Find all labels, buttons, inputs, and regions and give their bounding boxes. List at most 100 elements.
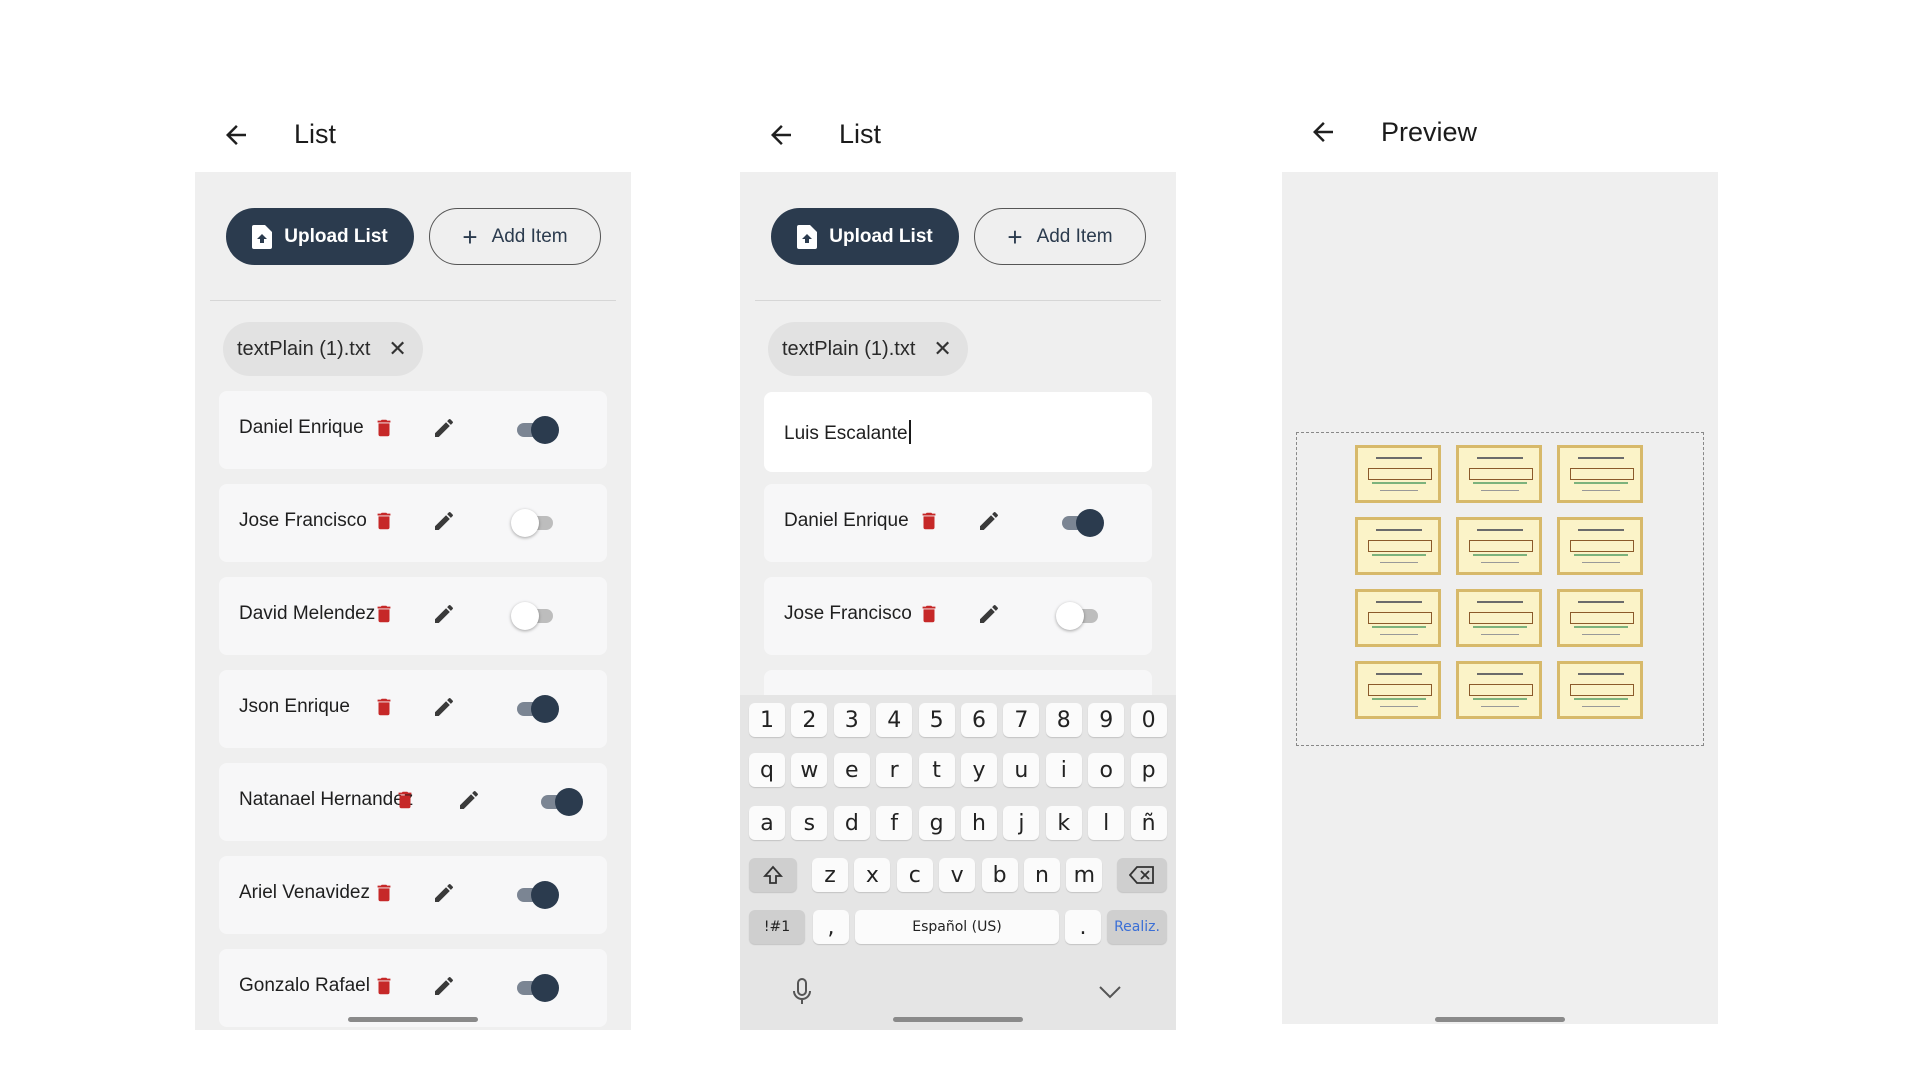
back-arrow-icon[interactable] [221,120,251,150]
key-w[interactable]: w [791,753,828,787]
pencil-icon[interactable] [432,695,456,719]
key-1[interactable]: 1 [749,703,785,737]
key-l[interactable]: l [1088,806,1125,840]
close-icon[interactable]: ✕ [388,336,406,362]
key-t[interactable]: t [918,753,955,787]
enabled-toggle[interactable] [513,415,559,445]
certificate-thumbnail [1456,661,1542,719]
key-v[interactable]: v [939,858,976,892]
key-4[interactable]: 4 [876,703,913,737]
list-item: Ariel Venavidez [219,856,607,934]
certificate-thumbnail [1355,661,1441,719]
pencil-icon[interactable] [432,602,456,626]
back-arrow-icon[interactable] [1308,117,1338,147]
list-item-name: Natanael Hernandez [239,789,414,810]
trash-icon[interactable] [373,974,395,998]
upload-list-button[interactable]: Upload List [771,208,959,265]
enabled-toggle[interactable] [511,508,557,538]
comma-key[interactable]: , [813,910,849,944]
trash-icon[interactable] [918,509,940,533]
certificate-thumbnail [1557,445,1643,503]
key-r[interactable]: r [876,753,913,787]
file-chip-label: textPlain (1).txt [237,337,371,360]
key-m[interactable]: m [1066,858,1103,892]
shift-key[interactable] [749,858,797,892]
key-b[interactable]: b [981,858,1018,892]
certificate-thumbnail [1456,445,1542,503]
key-d[interactable]: d [833,806,870,840]
list-item-name: Jose Francisco [239,510,367,531]
upload-list-button[interactable]: Upload List [226,208,414,265]
microphone-icon[interactable] [792,978,812,1006]
key-8[interactable]: 8 [1045,703,1082,737]
chevron-down-icon[interactable] [1098,985,1122,999]
trash-icon[interactable] [373,695,395,719]
trash-icon[interactable] [373,416,395,440]
app-bar: Preview [1282,105,1718,169]
trash-icon[interactable] [373,881,395,905]
add-item-button[interactable]: + Add Item [974,208,1146,265]
key-y[interactable]: y [961,753,997,787]
key-0[interactable]: 0 [1130,703,1167,737]
key-q[interactable]: q [749,753,785,787]
key-9[interactable]: 9 [1088,703,1125,737]
key-ñ[interactable]: ñ [1130,806,1167,840]
file-chip[interactable]: textPlain (1).txt ✕ [223,322,423,376]
file-chip[interactable]: textPlain (1).txt ✕ [768,322,968,376]
list-item-name: Daniel Enrique [784,510,909,531]
enabled-toggle[interactable] [513,880,559,910]
key-2[interactable]: 2 [791,703,828,737]
add-item-label: Add Item [491,225,568,247]
close-icon[interactable]: ✕ [933,336,951,362]
key-k[interactable]: k [1045,806,1082,840]
key-g[interactable]: g [918,806,955,840]
space-key[interactable]: Español (US) [855,910,1059,944]
home-indicator [893,1017,1023,1022]
pencil-icon[interactable] [432,509,456,533]
key-3[interactable]: 3 [833,703,870,737]
done-key[interactable]: Realiz. [1107,910,1167,944]
key-7[interactable]: 7 [1003,703,1040,737]
key-j[interactable]: j [1003,806,1040,840]
key-o[interactable]: o [1088,753,1125,787]
pencil-icon[interactable] [977,509,1001,533]
enabled-toggle[interactable] [1058,508,1104,538]
key-p[interactable]: p [1130,753,1167,787]
key-z[interactable]: z [812,858,848,892]
plus-icon: + [1007,221,1023,252]
pencil-icon[interactable] [432,974,456,998]
enabled-toggle[interactable] [513,694,559,724]
enabled-toggle[interactable] [537,787,583,817]
key-5[interactable]: 5 [918,703,955,737]
add-item-button[interactable]: + Add Item [429,208,601,265]
back-arrow-icon[interactable] [766,120,796,150]
key-i[interactable]: i [1045,753,1082,787]
pencil-icon[interactable] [457,788,481,812]
key-6[interactable]: 6 [961,703,997,737]
key-h[interactable]: h [961,806,997,840]
pencil-icon[interactable] [977,602,1001,626]
backspace-key[interactable] [1117,858,1167,892]
key-u[interactable]: u [1003,753,1040,787]
plus-icon: + [462,221,478,252]
enabled-toggle[interactable] [1056,601,1102,631]
trash-icon[interactable] [918,602,940,626]
key-n[interactable]: n [1024,858,1060,892]
enabled-toggle[interactable] [511,601,557,631]
key-x[interactable]: x [854,858,891,892]
trash-icon[interactable] [394,788,416,812]
enabled-toggle[interactable] [513,973,559,1003]
key-f[interactable]: f [876,806,913,840]
key-e[interactable]: e [833,753,870,787]
symbols-key[interactable]: !#1 [749,910,805,944]
list-item: Daniel Enrique [219,391,607,469]
trash-icon[interactable] [373,602,395,626]
key-c[interactable]: c [896,858,933,892]
pencil-icon[interactable] [432,881,456,905]
trash-icon[interactable] [373,509,395,533]
pencil-icon[interactable] [432,416,456,440]
new-item-input[interactable]: Luis Escalante [764,392,1152,472]
period-key[interactable]: . [1065,910,1101,944]
key-a[interactable]: a [749,806,785,840]
key-s[interactable]: s [791,806,828,840]
